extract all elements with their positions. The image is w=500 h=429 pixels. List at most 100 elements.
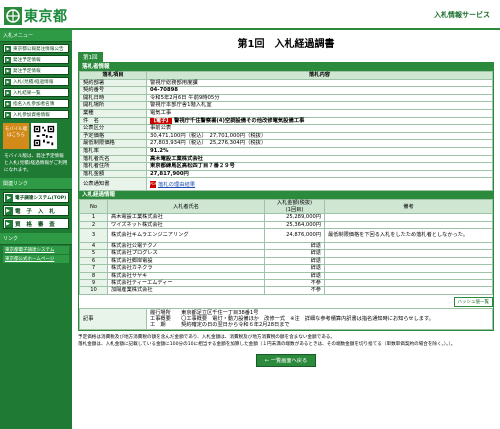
qualification-review-button[interactable]: ▶ 資 格 審 査	[3, 218, 69, 229]
notes-label: 記事	[79, 307, 147, 331]
mobile-promo[interactable]: モバイル版はこちら	[3, 123, 69, 149]
link-e-procurement-system[interactable]: 東京都電子調達システム	[3, 246, 69, 254]
row-label: 開札日時	[79, 93, 147, 103]
button-label: 資 格 審 査	[15, 221, 57, 228]
row-label: 落札金額	[79, 169, 147, 179]
subject-value: 【電子】 警視庁千住警察署(4)空調設備その他改修電気設備工事	[146, 116, 493, 126]
hash-list-button[interactable]: ハッシュ値一覧	[453, 296, 493, 307]
table-row: 件 名【電子】 警視庁千住警察署(4)空調設備その他改修電気設備工事	[79, 116, 493, 126]
table-row: 契約番号 04-70898	[79, 86, 493, 95]
column-header: 入札者氏名	[107, 199, 265, 215]
table-row: 2 ワイズネット株式会社 25,364,000円	[79, 220, 493, 229]
bid-remark	[324, 264, 493, 273]
bid-amount: 辞退	[264, 241, 325, 251]
arrow-right-icon: ▶	[5, 112, 11, 118]
row-value: 電気工事	[146, 108, 493, 118]
bidder-name: 株式会社郷岸電設	[107, 256, 265, 266]
notice-cell: PDF落札の理由結果	[146, 177, 493, 192]
sidebar-item-label: 発注予定情報	[13, 68, 41, 74]
tab-round-1[interactable]: 第1回	[78, 52, 103, 62]
arrow-right-icon: ▶	[5, 90, 11, 96]
back-to-list-button[interactable]: ← 一覧画面へ戻る	[255, 353, 317, 367]
arrow-right-icon: ▶	[5, 207, 13, 215]
row-value: 04-70898	[146, 86, 493, 95]
bid-no: 2	[79, 220, 108, 229]
bid-progress-table: No 入札者氏名 入札金額(税抜) (1回目) 備考 1 高木電設工業株式会社 25,…	[79, 199, 493, 295]
hash-button-row: ハッシュ値一覧	[79, 296, 493, 307]
sidebar-item-order-schedule-1[interactable]: ▶ 発注予定情報	[3, 55, 69, 64]
table-row: 8 株式会社サヤキ 辞退	[79, 271, 493, 280]
bid-no: 5	[79, 249, 108, 258]
table-row: 落札率 91.2%	[79, 146, 493, 156]
table-row: 公表通知書 PDF落札の理由結果	[79, 177, 493, 192]
footnote-line: 落札金額は、入札金額に記載している金額に100分の10に相当する金額を加算した金…	[78, 341, 456, 347]
table-row: 開札場所 警視庁本部庁舎1階入札室	[79, 101, 493, 110]
bidder-name: 株式会社サヤキ	[107, 271, 265, 280]
row-label: 落札者氏名	[79, 154, 147, 164]
back-button-row: ← 一覧画面へ戻る	[78, 353, 494, 367]
sidebar-item-qualification[interactable]: ▶ 入札参加資格情報	[3, 110, 69, 119]
row-value: 東京都練馬区高松四丁目７番２９号	[146, 162, 493, 171]
bid-no: 1	[79, 213, 108, 222]
sidebar-item-label: 入札参加資格情報	[13, 112, 50, 118]
bid-remark: 最低制限価格を下回る入札をしたため落札者としなかった。	[324, 227, 493, 243]
sidebar-item-public-notice[interactable]: ▶ 東京都公報発注情報公告	[3, 44, 69, 53]
page-header: 東京都 入札情報サービス	[0, 0, 500, 30]
bid-amount: 辞退	[264, 271, 325, 280]
bid-remark	[324, 241, 493, 251]
e-bidding-button[interactable]: ▶ 電 子 入 札	[3, 205, 69, 216]
button-label: 電 子 入 札	[15, 208, 57, 215]
sidebar-item-order-schedule-2[interactable]: ▶ 発注予定情報	[3, 66, 69, 75]
notice-link[interactable]: 落札の理由結果	[158, 182, 195, 188]
bid-no: 3	[79, 227, 108, 243]
arrow-right-icon: ▶	[5, 194, 13, 202]
sidebar-item-bid-progress[interactable]: ▶ 入札(見積)経過情報	[3, 77, 69, 86]
row-label: 公表区分	[79, 124, 147, 133]
footnote: 予定価格は消費税及び地方消費税の額を含んだ金額であり、入札金額は、消費税及び地方…	[78, 335, 494, 348]
link-tokyo-official-site[interactable]: 東京都公式ホームページ	[3, 255, 69, 263]
column-header: 入札金額(税抜) (1回目)	[264, 199, 325, 215]
notes-line: 工 期 契約確定の日の翌日から令和６年2月28日まで	[150, 322, 290, 329]
service-name: 入札情報サービス	[434, 11, 490, 19]
row-value: 30,471,100円（税込） 27,701,000円（税抜）	[146, 131, 493, 141]
row-label: 落札者住所	[79, 162, 147, 171]
arrow-right-icon: ▶	[5, 68, 11, 74]
table-header-row: No 入札者氏名 入札金額(税抜) (1回目) 備考	[79, 199, 493, 215]
subject-text: 警視庁千住警察署(4)空調設備その他改修電気設備工事	[174, 117, 305, 124]
sidebar-item-nominated-list[interactable]: ▶ 指名入札参加者名簿	[3, 99, 69, 108]
button-label: 電子調達システム(TOP)	[15, 195, 67, 201]
sidebar-item-bid-results[interactable]: ▶ 入札結果一覧	[3, 88, 69, 97]
row-label: 公表通知書	[79, 177, 147, 192]
bid-amount: 辞退	[264, 256, 325, 266]
arrow-right-icon: ▶	[5, 79, 11, 85]
electronic-badge: 【電子】	[150, 117, 173, 125]
bidder-name: 株式会社キムラエンジニアリング	[107, 227, 265, 243]
bidder-name: 株式会社カネクラ	[107, 264, 265, 273]
table-row: 7 株式会社カネクラ 辞退	[79, 264, 493, 273]
bid-no: 6	[79, 256, 108, 266]
table-row: 9 株式会社ティーエムディー 不参	[79, 278, 493, 288]
column-header-text: 入札金額(税抜)	[276, 200, 313, 207]
row-label: 契約部署	[79, 78, 147, 88]
arrow-right-icon: ▶	[5, 46, 11, 52]
section-bid-heading: 入札経過情報	[79, 191, 493, 200]
sidebar-item-label: 入札結果一覧	[13, 90, 41, 96]
table-row: 記事 履行場所 東京都足立区千住一丁目38番1号 工事概要 〇工事概要 電灯・動…	[79, 307, 493, 331]
logo-text: 東京都	[24, 9, 68, 25]
footnote-line: 予定価格は消費税及び地方消費税の額を含んだ金額であり、入札金額は、消費税及び地方…	[78, 335, 335, 341]
bidder-name: 株式会社公電テクノ	[107, 241, 265, 251]
qr-code-icon	[31, 123, 57, 149]
bidder-name: 高木電設工業株式会社	[107, 213, 265, 222]
row-value: 警視庁総務部用度課	[146, 78, 493, 88]
row-label: 落札率	[79, 146, 147, 156]
bid-no: 7	[79, 264, 108, 273]
sidebar-item-label: 発注予定情報	[13, 57, 41, 63]
sidebar-item-label: 東京都公報発注情報公告	[13, 46, 64, 52]
row-label: 件 名	[79, 116, 147, 126]
sidebar: 入札メニュー ▶ 東京都公報発注情報公告 ▶ 発注予定情報 ▶ 発注予定情報 ▶ 入札(…	[0, 30, 72, 429]
tokyo-logo[interactable]: 東京都	[4, 6, 68, 26]
bid-amount: 不参	[264, 286, 325, 295]
mobile-label: モバイル版はこちら	[3, 123, 29, 149]
e-procurement-top-button[interactable]: ▶ 電子調達システム(TOP)	[3, 192, 69, 203]
bid-amount: 辞退	[264, 264, 325, 273]
